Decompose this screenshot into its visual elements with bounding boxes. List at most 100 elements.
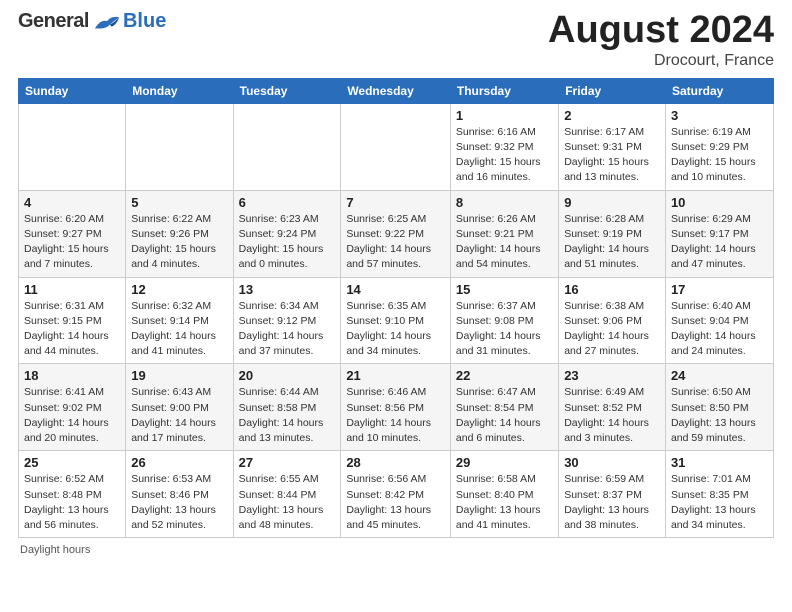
- calendar-cell: 4 Sunrise: 6:20 AMSunset: 9:27 PMDaylight…: [19, 190, 126, 277]
- day-detail: Sunrise: 6:47 AMSunset: 8:54 PMDaylight:…: [456, 385, 553, 446]
- day-number: 16: [564, 282, 660, 297]
- day-detail: Sunrise: 6:53 AMSunset: 8:46 PMDaylight:…: [131, 472, 227, 533]
- day-number: 10: [671, 195, 768, 210]
- day-number: 8: [456, 195, 553, 210]
- day-detail: Sunrise: 6:40 AMSunset: 9:04 PMDaylight:…: [671, 299, 768, 360]
- calendar-cell: 26 Sunrise: 6:53 AMSunset: 8:46 PMDayligh…: [126, 451, 233, 538]
- header: General Blue August 2024 Drocourt, Franc…: [18, 10, 774, 70]
- day-number: 7: [346, 195, 445, 210]
- calendar-cell: [341, 103, 451, 190]
- logo-blue-text: Blue: [123, 10, 166, 33]
- calendar-table: SundayMondayTuesdayWednesdayThursdayFrid…: [18, 78, 774, 538]
- day-number: 12: [131, 282, 227, 297]
- day-detail: Sunrise: 6:16 AMSunset: 9:32 PMDaylight:…: [456, 125, 553, 186]
- col-header-sunday: Sunday: [19, 78, 126, 103]
- month-title: August 2024: [548, 10, 774, 52]
- day-detail: Sunrise: 6:17 AMSunset: 9:31 PMDaylight:…: [564, 125, 660, 186]
- day-detail: Sunrise: 6:20 AMSunset: 9:27 PMDaylight:…: [24, 212, 120, 273]
- calendar-cell: [19, 103, 126, 190]
- calendar-week-row: 11 Sunrise: 6:31 AMSunset: 9:15 PMDayligh…: [19, 277, 774, 364]
- calendar-cell: 20Sunrise: 6:44 AMSunset: 8:58 PMDayligh…: [233, 364, 341, 451]
- calendar-cell: 7 Sunrise: 6:25 AMSunset: 9:22 PMDaylight…: [341, 190, 451, 277]
- calendar-cell: 14Sunrise: 6:35 AMSunset: 9:10 PMDayligh…: [341, 277, 451, 364]
- day-detail: Sunrise: 6:41 AMSunset: 9:02 PMDaylight:…: [24, 385, 120, 446]
- day-detail: Sunrise: 7:01 AMSunset: 8:35 PMDaylight:…: [671, 472, 768, 533]
- day-number: 22: [456, 368, 553, 383]
- day-detail: Sunrise: 6:38 AMSunset: 9:06 PMDaylight:…: [564, 299, 660, 360]
- calendar-cell: 23 Sunrise: 6:49 AMSunset: 8:52 PMDayligh…: [559, 364, 666, 451]
- day-number: 31: [671, 455, 768, 470]
- day-detail: Sunrise: 6:19 AMSunset: 9:29 PMDaylight:…: [671, 125, 768, 186]
- day-detail: Sunrise: 6:50 AMSunset: 8:50 PMDaylight:…: [671, 385, 768, 446]
- calendar-cell: 5 Sunrise: 6:22 AMSunset: 9:26 PMDaylight…: [126, 190, 233, 277]
- day-detail: Sunrise: 6:56 AMSunset: 8:42 PMDaylight:…: [346, 472, 445, 533]
- day-detail: Sunrise: 6:49 AMSunset: 8:52 PMDaylight:…: [564, 385, 660, 446]
- col-header-friday: Friday: [559, 78, 666, 103]
- day-number: 2: [564, 108, 660, 123]
- day-number: 1: [456, 108, 553, 123]
- logo: General Blue: [18, 10, 166, 33]
- calendar-cell: 18Sunrise: 6:41 AMSunset: 9:02 PMDayligh…: [19, 364, 126, 451]
- calendar-week-row: 25Sunrise: 6:52 AMSunset: 8:48 PMDayligh…: [19, 451, 774, 538]
- day-number: 11: [24, 282, 120, 297]
- day-detail: Sunrise: 6:55 AMSunset: 8:44 PMDaylight:…: [239, 472, 336, 533]
- calendar-cell: 2 Sunrise: 6:17 AMSunset: 9:31 PMDaylight…: [559, 103, 666, 190]
- location: Drocourt, France: [548, 52, 774, 70]
- footer-note: Daylight hours: [18, 544, 774, 556]
- calendar-cell: 15Sunrise: 6:37 AMSunset: 9:08 PMDayligh…: [450, 277, 558, 364]
- day-number: 23: [564, 368, 660, 383]
- calendar-cell: 31 Sunrise: 7:01 AMSunset: 8:35 PMDayligh…: [665, 451, 773, 538]
- calendar-cell: 25Sunrise: 6:52 AMSunset: 8:48 PMDayligh…: [19, 451, 126, 538]
- calendar-cell: 6Sunrise: 6:23 AMSunset: 9:24 PMDaylight…: [233, 190, 341, 277]
- day-detail: Sunrise: 6:59 AMSunset: 8:37 PMDaylight:…: [564, 472, 660, 533]
- day-number: 17: [671, 282, 768, 297]
- calendar-cell: 17 Sunrise: 6:40 AMSunset: 9:04 PMDayligh…: [665, 277, 773, 364]
- calendar-cell: 28Sunrise: 6:56 AMSunset: 8:42 PMDayligh…: [341, 451, 451, 538]
- day-detail: Sunrise: 6:25 AMSunset: 9:22 PMDaylight:…: [346, 212, 445, 273]
- day-number: 19: [131, 368, 227, 383]
- calendar-week-row: 1 Sunrise: 6:16 AMSunset: 9:32 PMDaylight…: [19, 103, 774, 190]
- day-detail: Sunrise: 6:29 AMSunset: 9:17 PMDaylight:…: [671, 212, 768, 273]
- page: General Blue August 2024 Drocourt, Franc…: [0, 0, 792, 566]
- day-number: 26: [131, 455, 227, 470]
- day-number: 30: [564, 455, 660, 470]
- day-detail: Sunrise: 6:26 AMSunset: 9:21 PMDaylight:…: [456, 212, 553, 273]
- day-number: 24: [671, 368, 768, 383]
- calendar-cell: 11 Sunrise: 6:31 AMSunset: 9:15 PMDayligh…: [19, 277, 126, 364]
- day-detail: Sunrise: 6:37 AMSunset: 9:08 PMDaylight:…: [456, 299, 553, 360]
- calendar-cell: 19 Sunrise: 6:43 AMSunset: 9:00 PMDayligh…: [126, 364, 233, 451]
- day-number: 21: [346, 368, 445, 383]
- day-number: 20: [239, 368, 336, 383]
- day-detail: Sunrise: 6:28 AMSunset: 9:19 PMDaylight:…: [564, 212, 660, 273]
- day-detail: Sunrise: 6:43 AMSunset: 9:00 PMDaylight:…: [131, 385, 227, 446]
- day-number: 5: [131, 195, 227, 210]
- col-header-saturday: Saturday: [665, 78, 773, 103]
- calendar-cell: 27 Sunrise: 6:55 AMSunset: 8:44 PMDayligh…: [233, 451, 341, 538]
- calendar-cell: 13Sunrise: 6:34 AMSunset: 9:12 PMDayligh…: [233, 277, 341, 364]
- calendar-cell: 10 Sunrise: 6:29 AMSunset: 9:17 PMDayligh…: [665, 190, 773, 277]
- col-header-monday: Monday: [126, 78, 233, 103]
- logo-bird-icon: [93, 11, 121, 33]
- col-header-tuesday: Tuesday: [233, 78, 341, 103]
- col-header-wednesday: Wednesday: [341, 78, 451, 103]
- day-number: 13: [239, 282, 336, 297]
- calendar-week-row: 4 Sunrise: 6:20 AMSunset: 9:27 PMDaylight…: [19, 190, 774, 277]
- col-header-thursday: Thursday: [450, 78, 558, 103]
- day-detail: Sunrise: 6:31 AMSunset: 9:15 PMDaylight:…: [24, 299, 120, 360]
- day-number: 14: [346, 282, 445, 297]
- day-detail: Sunrise: 6:52 AMSunset: 8:48 PMDaylight:…: [24, 472, 120, 533]
- calendar-cell: 21Sunrise: 6:46 AMSunset: 8:56 PMDayligh…: [341, 364, 451, 451]
- calendar-cell: 22 Sunrise: 6:47 AMSunset: 8:54 PMDayligh…: [450, 364, 558, 451]
- day-detail: Sunrise: 6:22 AMSunset: 9:26 PMDaylight:…: [131, 212, 227, 273]
- calendar-week-row: 18Sunrise: 6:41 AMSunset: 9:02 PMDayligh…: [19, 364, 774, 451]
- day-number: 29: [456, 455, 553, 470]
- calendar-cell: 16 Sunrise: 6:38 AMSunset: 9:06 PMDayligh…: [559, 277, 666, 364]
- day-number: 27: [239, 455, 336, 470]
- day-number: 4: [24, 195, 120, 210]
- calendar-cell: 9Sunrise: 6:28 AMSunset: 9:19 PMDaylight…: [559, 190, 666, 277]
- calendar-cell: 1 Sunrise: 6:16 AMSunset: 9:32 PMDaylight…: [450, 103, 558, 190]
- day-detail: Sunrise: 6:23 AMSunset: 9:24 PMDaylight:…: [239, 212, 336, 273]
- calendar-cell: [126, 103, 233, 190]
- calendar-cell: 30 Sunrise: 6:59 AMSunset: 8:37 PMDayligh…: [559, 451, 666, 538]
- calendar-cell: 24 Sunrise: 6:50 AMSunset: 8:50 PMDayligh…: [665, 364, 773, 451]
